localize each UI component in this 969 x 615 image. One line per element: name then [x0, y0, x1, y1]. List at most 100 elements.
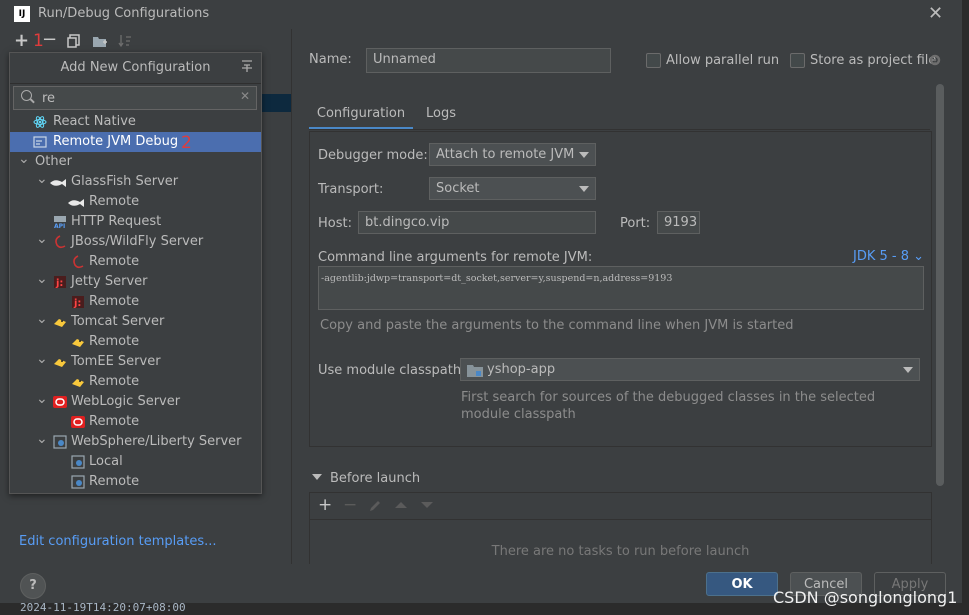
- transport-select[interactable]: Socket: [429, 177, 596, 200]
- tree-item-glassfish-server[interactable]: ⌄ GlassFish Server: [10, 169, 261, 192]
- chevron-down-icon[interactable]: ⌄: [36, 169, 48, 189]
- name-field[interactable]: Unnamed: [366, 48, 611, 73]
- chevron-down-icon[interactable]: ⌄: [36, 229, 48, 249]
- tree-item-label: Tomcat Server: [71, 314, 165, 329]
- transport-label: Transport:: [318, 182, 384, 197]
- no-tasks-message: There are no tasks to run before launch: [491, 544, 750, 559]
- cmd-args-label: Command line arguments for remote JVM:: [318, 250, 593, 265]
- tree-item-remote-websphere-liberty-server[interactable]: Remote: [10, 472, 261, 492]
- chevron-down-icon: ⌄: [913, 249, 925, 264]
- tree-item-local-websphere-liberty-server[interactable]: Local: [10, 452, 261, 472]
- tree-item-label: Remote: [89, 474, 140, 489]
- remove-config-button[interactable]: −: [42, 31, 57, 49]
- host-label: Host:: [318, 216, 352, 231]
- chevron-down-icon[interactable]: ⌄: [36, 349, 48, 369]
- pin-icon[interactable]: [241, 59, 253, 77]
- tree-item-label: TomEE Server: [71, 354, 161, 369]
- tree-selection-remnant: [260, 94, 291, 112]
- dialog-title: Run/Debug Configurations: [38, 6, 210, 21]
- folder-add-icon[interactable]: [92, 34, 108, 52]
- popup-header: Add New Configuration: [10, 53, 261, 84]
- debugger-mode-value: Attach to remote JVM: [436, 147, 575, 162]
- jboss-wildfly-server-icon: [53, 235, 67, 249]
- tomee-server-icon: [53, 355, 67, 369]
- help-button[interactable]: ?: [20, 573, 46, 599]
- remote-jvm-debug-icon: [33, 135, 47, 149]
- tree-item-label: Remote: [89, 194, 140, 209]
- tree-item-label: GlassFish Server: [71, 174, 179, 189]
- before-launch-header[interactable]: Before launch: [330, 471, 420, 486]
- tabs-divider: [309, 129, 930, 130]
- host-field[interactable]: bt.dingco.vip: [358, 211, 596, 234]
- name-value: Unnamed: [373, 52, 436, 67]
- run-debug-dialog: IJ Run/Debug Configurations ✕ + 1 − Add …: [0, 0, 963, 603]
- http-request-icon: API: [53, 215, 67, 230]
- tree-item-weblogic-server[interactable]: ⌄ WebLogic Server: [10, 389, 261, 412]
- tree-item-label: Remote: [89, 374, 140, 389]
- chevron-down-icon[interactable]: ⌄: [36, 309, 48, 329]
- chevron-down-icon[interactable]: ⌄: [18, 149, 30, 169]
- tomee-server-icon: [71, 375, 85, 389]
- background-editor-strip: [962, 70, 969, 603]
- remove-task-icon: −: [343, 495, 358, 515]
- tree-item-jetty-server[interactable]: ⌄ j: Jetty Server: [10, 269, 261, 292]
- allow-parallel-checkbox[interactable]: [646, 53, 661, 68]
- clear-search-icon[interactable]: ✕: [240, 89, 250, 103]
- cmd-args-value: -agentlib:jdwp=transport=dt_socket,serve…: [321, 273, 673, 284]
- chevron-down-icon[interactable]: ⌄: [36, 269, 48, 289]
- tomcat-server-icon: [53, 315, 67, 329]
- search-field[interactable]: [42, 89, 232, 107]
- move-up-icon: [395, 502, 407, 508]
- tree-item-label: Local: [89, 454, 123, 469]
- copy-icon[interactable]: [67, 34, 81, 52]
- module-classpath-value: yshop-app: [487, 362, 556, 377]
- search-input[interactable]: ✕: [13, 86, 257, 110]
- tree-item-remote-jvm-debug[interactable]: Remote JVM Debug: [10, 132, 261, 152]
- module-classpath-label: Use module classpath:: [318, 363, 466, 378]
- jdk-version-dropdown[interactable]: JDK 5 - 8 ⌄: [853, 249, 924, 264]
- name-label: Name:: [309, 52, 352, 67]
- tab-logs[interactable]: Logs: [420, 102, 462, 130]
- tree-item-label: WebSphere/Liberty Server: [71, 434, 242, 449]
- store-project-checkbox[interactable]: [790, 53, 805, 68]
- add-task-icon[interactable]: +: [318, 495, 332, 515]
- intellij-logo-icon: IJ: [14, 6, 30, 22]
- svg-text:j:: j:: [55, 278, 63, 289]
- jdk-version-label: JDK 5 - 8: [853, 249, 909, 264]
- weblogic-server-icon: [71, 415, 85, 429]
- debugger-mode-select[interactable]: Attach to remote JVM: [429, 143, 596, 166]
- tree-item-label: JBoss/WildFly Server: [71, 234, 204, 249]
- edit-templates-link[interactable]: Edit configuration templates...: [19, 534, 217, 549]
- chevron-down-icon: [903, 367, 913, 373]
- chevron-down-icon[interactable]: ⌄: [36, 389, 48, 409]
- module-classpath-select[interactable]: yshop-app: [460, 358, 920, 381]
- port-field[interactable]: 9193: [657, 211, 700, 234]
- tree-item-tomee-server[interactable]: ⌄ TomEE Server: [10, 349, 261, 372]
- sort-icon[interactable]: [118, 34, 132, 52]
- jboss-wildfly-server-icon: [71, 255, 85, 269]
- console-timestamp: 2024-11-19T14:20:07+08:00: [20, 601, 186, 614]
- port-label: Port:: [620, 216, 651, 231]
- tree-item-react-native[interactable]: React Native: [10, 112, 261, 132]
- tree-item-websphere-liberty-server[interactable]: ⌄ WebSphere/Liberty Server: [10, 429, 261, 452]
- chevron-down-icon: [579, 152, 589, 158]
- tab-configuration[interactable]: Configuration: [309, 102, 413, 130]
- ok-button[interactable]: OK: [706, 572, 778, 596]
- debugger-mode-label: Debugger mode:: [318, 148, 428, 163]
- host-value: bt.dingco.vip: [365, 215, 450, 230]
- chevron-down-icon[interactable]: ⌄: [36, 429, 48, 449]
- config-type-tree: React Native Remote JVM Debug ⌄ Other ⌄ Glass…: [10, 112, 261, 492]
- move-down-icon: [421, 502, 433, 508]
- vertical-scrollbar[interactable]: [936, 84, 944, 486]
- gear-icon[interactable]: [928, 53, 942, 71]
- tree-item-jboss-wildfly-server[interactable]: ⌄ JBoss/WildFly Server: [10, 229, 261, 252]
- before-launch-collapse-icon[interactable]: [312, 474, 322, 480]
- tree-item-label: Remote: [89, 254, 140, 269]
- add-config-button[interactable]: +: [14, 32, 29, 50]
- tree-item-remote-glassfish-server[interactable]: Remote: [10, 192, 261, 212]
- tree-item-label: Jetty Server: [71, 274, 148, 289]
- tree-item-tomcat-server[interactable]: ⌄ Tomcat Server: [10, 309, 261, 332]
- cmd-args-field[interactable]: -agentlib:jdwp=transport=dt_socket,serve…: [318, 266, 924, 310]
- tree-item-label: Remote JVM Debug: [53, 134, 179, 149]
- close-icon[interactable]: ✕: [928, 3, 943, 24]
